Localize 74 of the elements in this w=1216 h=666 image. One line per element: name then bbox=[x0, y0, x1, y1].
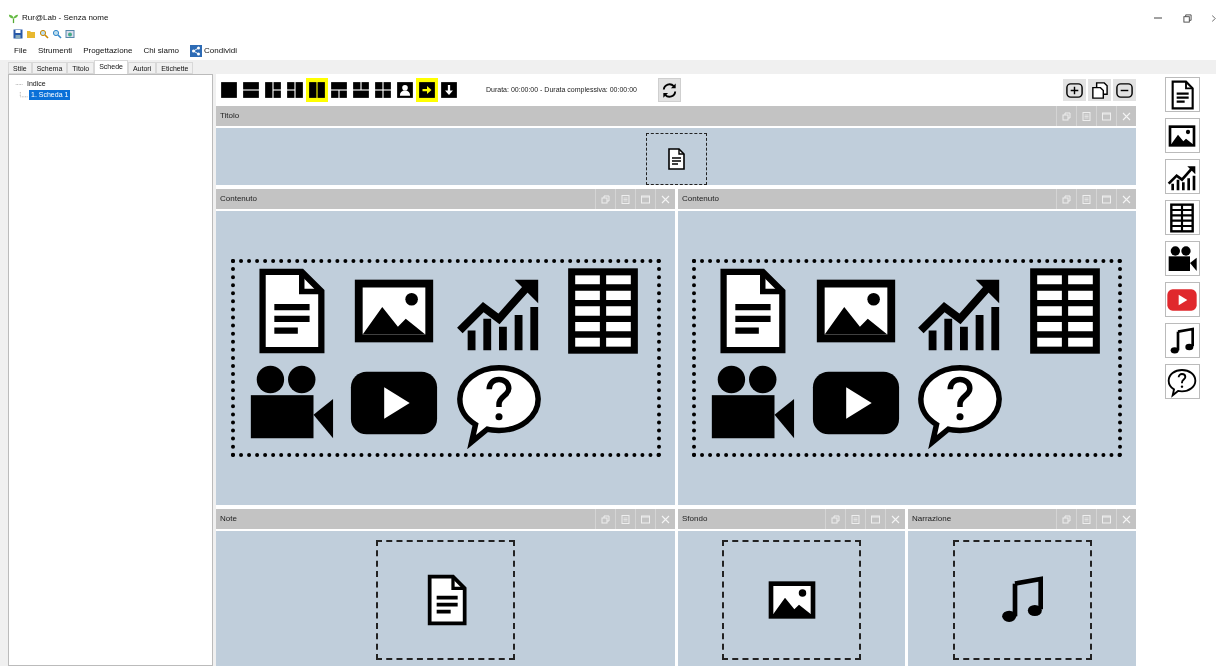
restore-icon bbox=[1061, 513, 1072, 525]
menu-item[interactable]: Strumenti bbox=[37, 45, 73, 57]
maximize-icon bbox=[640, 193, 651, 205]
refresh-icon bbox=[660, 80, 679, 100]
palette-button[interactable] bbox=[1164, 241, 1200, 276]
close-icon bbox=[660, 193, 671, 205]
person-icon bbox=[396, 81, 414, 99]
maximize-icon bbox=[1101, 193, 1112, 205]
next-button[interactable] bbox=[416, 78, 438, 102]
menu-item[interactable]: Condividi bbox=[190, 45, 237, 57]
tree-line-icon bbox=[19, 92, 28, 100]
close-icon bbox=[1121, 193, 1132, 205]
restore-icon[interactable] bbox=[1183, 13, 1192, 23]
maximize-icon bbox=[1101, 110, 1112, 122]
panel-title: Sfondo bbox=[682, 513, 708, 525]
list-icon bbox=[1081, 110, 1092, 122]
palette-button[interactable] bbox=[1164, 118, 1200, 153]
duplicate-button[interactable] bbox=[1088, 79, 1111, 101]
save-icon[interactable] bbox=[13, 29, 23, 39]
list-icon bbox=[620, 513, 631, 525]
restore-icon bbox=[830, 513, 841, 525]
zoom-in-icon[interactable] bbox=[39, 29, 49, 39]
close-icon bbox=[890, 513, 901, 525]
restore-icon bbox=[600, 193, 611, 205]
close-icon bbox=[1121, 513, 1132, 525]
palette-button[interactable] bbox=[1164, 364, 1200, 399]
preview-icon[interactable] bbox=[65, 29, 75, 39]
menu-item[interactable]: Progettazione bbox=[83, 45, 133, 57]
restore-icon bbox=[1061, 110, 1072, 122]
maximize-icon bbox=[1101, 513, 1112, 525]
plus-icon bbox=[1065, 80, 1084, 100]
layout-icon bbox=[264, 81, 282, 99]
menu-item[interactable]: Chi siamo bbox=[143, 45, 180, 57]
layout-icon bbox=[352, 81, 370, 99]
close-icon bbox=[660, 513, 671, 525]
palette-button[interactable] bbox=[1164, 159, 1200, 194]
maximize-icon bbox=[640, 513, 651, 525]
layout-icon bbox=[220, 81, 238, 99]
panel-title: Contenuto bbox=[220, 193, 257, 205]
restore-icon bbox=[600, 513, 611, 525]
palette-button[interactable] bbox=[1164, 200, 1200, 235]
maximize-icon bbox=[870, 513, 881, 525]
layout-button[interactable] bbox=[306, 78, 328, 102]
tree-line-icon bbox=[15, 82, 24, 86]
close-icon[interactable] bbox=[1212, 13, 1216, 23]
layout-icon bbox=[308, 81, 326, 99]
arrow-down-icon bbox=[440, 81, 458, 99]
panel-title: Note bbox=[220, 513, 237, 525]
list-icon bbox=[850, 513, 861, 525]
palette-button[interactable] bbox=[1164, 323, 1200, 358]
panel-title: Narrazione bbox=[912, 513, 952, 525]
layout-icon bbox=[242, 81, 260, 99]
minus-icon bbox=[1115, 80, 1134, 100]
remove-button[interactable] bbox=[1113, 79, 1136, 101]
panel-title: Titolo bbox=[220, 110, 240, 122]
layout-icon bbox=[330, 81, 348, 99]
restore-icon bbox=[1061, 193, 1072, 205]
layout-icon bbox=[286, 81, 304, 99]
refresh-button[interactable] bbox=[658, 78, 681, 102]
menu-item[interactable]: File bbox=[14, 45, 27, 57]
window-title: Rur@Lab - Senza nome bbox=[22, 12, 109, 24]
share-icon bbox=[190, 45, 203, 57]
panel-title: Contenuto bbox=[682, 193, 719, 205]
palette-button[interactable] bbox=[1164, 77, 1200, 112]
list-icon bbox=[1081, 513, 1092, 525]
close-icon bbox=[1121, 110, 1132, 122]
copy-icon bbox=[1090, 80, 1109, 100]
list-icon bbox=[1081, 193, 1092, 205]
add-button[interactable] bbox=[1063, 79, 1086, 101]
list-icon bbox=[620, 193, 631, 205]
layout-icon bbox=[374, 81, 392, 99]
arrow-right-icon bbox=[418, 81, 436, 99]
search-icon[interactable] bbox=[52, 29, 62, 39]
sprout-icon bbox=[8, 12, 19, 24]
